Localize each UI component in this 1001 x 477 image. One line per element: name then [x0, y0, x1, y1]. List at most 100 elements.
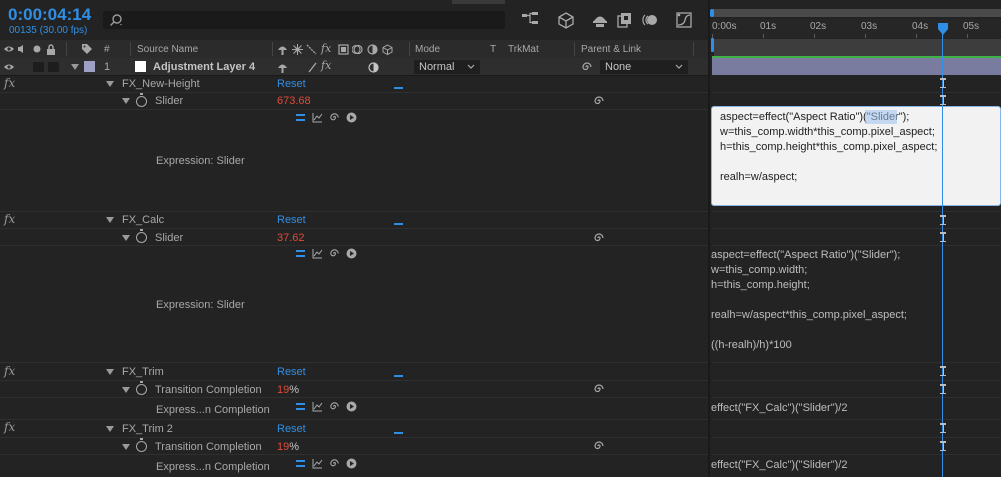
layer-name[interactable]: Adjustment Layer 4 — [153, 61, 255, 73]
work-area-bar[interactable] — [712, 9, 1001, 17]
property-expand-chevron-icon[interactable] — [122, 387, 130, 393]
pickwhip-icon[interactable] — [592, 94, 606, 108]
effect-reset-button[interactable]: Reset — [277, 78, 306, 90]
column-trkmat[interactable]: TrkMat — [508, 44, 539, 55]
current-time-display[interactable]: 0:00:04:14 — [8, 5, 91, 25]
effect-name[interactable]: FX_New-Height — [122, 78, 200, 90]
shy-layers-icon[interactable] — [590, 10, 610, 30]
expression-pickwhip-icon[interactable] — [328, 457, 340, 469]
effect-reset-button[interactable]: Reset — [277, 366, 306, 378]
audio-icon[interactable] — [16, 43, 28, 55]
effect-reset-button[interactable]: Reset — [277, 214, 306, 226]
layer-duration-bar[interactable] — [712, 58, 1001, 75]
property-value-group[interactable]: 19% — [277, 441, 299, 453]
solo-icon[interactable] — [31, 43, 43, 55]
parent-chevron-down-icon[interactable] — [674, 61, 684, 73]
expression-marker-icon — [940, 366, 946, 376]
quality-switch-icon[interactable] — [305, 43, 317, 55]
stopwatch-icon[interactable] — [136, 381, 147, 395]
expression-graph-icon[interactable] — [311, 247, 323, 259]
pickwhip-icon[interactable] — [592, 382, 606, 396]
effect-expand-chevron-icon[interactable] — [106, 217, 114, 223]
property-value[interactable]: 19 — [277, 441, 289, 453]
property-value-group[interactable]: 19% — [277, 384, 299, 396]
expression-label: Expression: Slider — [156, 155, 245, 167]
expression-language-menu-icon[interactable] — [345, 111, 357, 123]
expression-code[interactable]: aspect=effect("Aspect Ratio")("Slider");… — [711, 248, 907, 353]
frame-blending-icon[interactable] — [615, 10, 635, 30]
lock-checkbox[interactable] — [48, 62, 59, 72]
pickwhip-icon[interactable] — [592, 439, 606, 453]
eye-icon[interactable] — [3, 43, 15, 55]
effect-reset-button[interactable]: Reset — [277, 423, 306, 435]
layer-bar-green-line — [712, 56, 1001, 58]
motion-blur-switch-icon[interactable] — [351, 43, 363, 55]
expression-code[interactable]: effect("FX_Calc")("Slider")/2 — [711, 458, 847, 473]
expression-enable-icon[interactable] — [296, 250, 305, 257]
expression-graph-icon[interactable] — [311, 457, 323, 469]
layer-quality-icon[interactable] — [306, 61, 318, 73]
shy-switch-icon[interactable] — [276, 43, 288, 55]
3d-layer-switch-icon[interactable] — [381, 43, 393, 55]
stopwatch-icon[interactable] — [136, 93, 147, 107]
search-input[interactable] — [128, 12, 502, 30]
expression-enable-icon[interactable] — [296, 403, 305, 410]
expression-graph-icon[interactable] — [311, 400, 323, 412]
graph-editor-icon[interactable] — [674, 10, 694, 30]
solo-checkbox[interactable] — [33, 62, 44, 72]
property-expand-chevron-icon[interactable] — [122, 98, 130, 104]
work-area-start-handle[interactable] — [710, 9, 714, 17]
layer-adjustment-icon[interactable] — [367, 61, 379, 73]
effect-expand-chevron-icon[interactable] — [106, 81, 114, 87]
column-source-name[interactable]: Source Name — [137, 44, 198, 55]
expression-language-menu-icon[interactable] — [345, 400, 357, 412]
expression-code[interactable]: aspect=effect("Aspect Ratio")("Slider");… — [720, 110, 937, 185]
lock-icon[interactable] — [44, 43, 58, 55]
pickwhip-icon[interactable] — [592, 231, 606, 245]
effect-switch-icon[interactable]: fx — [321, 42, 331, 55]
layer-expand-chevron-icon[interactable] — [71, 64, 79, 70]
ruler-label: 04s — [912, 21, 929, 32]
expression-code[interactable]: effect("FX_Calc")("Slider")/2 — [711, 401, 847, 416]
expression-pickwhip-icon[interactable] — [328, 111, 340, 123]
column-mode[interactable]: Mode — [415, 44, 440, 55]
property-value[interactable]: 19 — [277, 384, 289, 396]
ruler-label: 0:00s — [712, 21, 737, 32]
effect-name[interactable]: FX_Trim — [122, 366, 164, 378]
column-parent-link[interactable]: Parent & Link — [581, 44, 641, 55]
effect-name[interactable]: FX_Trim 2 — [122, 423, 173, 435]
property-value[interactable]: 37.62 — [277, 232, 305, 244]
expression-enable-icon[interactable] — [296, 114, 305, 121]
expression-pickwhip-icon[interactable] — [328, 247, 340, 259]
property-expand-chevron-icon[interactable] — [122, 444, 130, 450]
property-expand-chevron-icon[interactable] — [122, 235, 130, 241]
effect-expand-chevron-icon[interactable] — [106, 426, 114, 432]
comp-flowchart-icon[interactable] — [520, 10, 540, 28]
parent-pickwhip-icon[interactable] — [580, 60, 594, 74]
row-divider — [0, 454, 708, 455]
expression-graph-icon[interactable] — [311, 111, 323, 123]
layer-label-color[interactable] — [84, 61, 95, 72]
draft-3d-icon[interactable] — [556, 10, 576, 30]
expression-language-menu-icon[interactable] — [345, 247, 357, 259]
effect-expand-chevron-icon[interactable] — [106, 369, 114, 375]
layer-shy-icon[interactable] — [276, 61, 288, 73]
motion-blur-icon[interactable] — [640, 10, 660, 30]
stopwatch-icon[interactable] — [136, 229, 147, 243]
expression-pickwhip-icon[interactable] — [328, 400, 340, 412]
playhead-handle-icon[interactable] — [937, 22, 949, 36]
stopwatch-icon[interactable] — [136, 438, 147, 452]
timeline-row-divider — [712, 211, 1001, 212]
expression-enable-icon[interactable] — [296, 460, 305, 467]
expression-language-menu-icon[interactable] — [345, 457, 357, 469]
mode-chevron-down-icon[interactable] — [466, 61, 476, 73]
adjustment-layer-switch-icon[interactable] — [366, 43, 378, 55]
expression-marker-icon — [940, 95, 946, 105]
collapse-switch-icon[interactable] — [291, 43, 303, 55]
label-tag-icon[interactable] — [80, 43, 94, 55]
layer-visibility-icon[interactable] — [3, 61, 15, 73]
property-value[interactable]: 673.68 — [277, 95, 311, 107]
frame-blend-switch-icon[interactable] — [337, 43, 349, 55]
layer-fx-switch-icon[interactable]: fx — [321, 59, 331, 72]
effect-name[interactable]: FX_Calc — [122, 214, 164, 226]
